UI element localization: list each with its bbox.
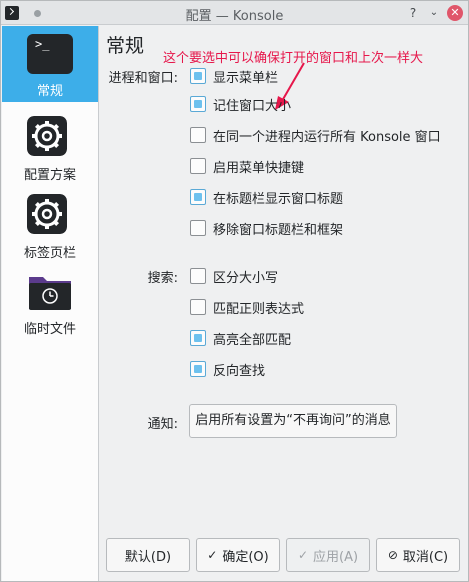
option-menu-accelerators[interactable]: 启用菜单快捷键 <box>190 157 304 176</box>
title-bar[interactable]: 配置 — Konsole ? ⌄ ✕ <box>1 1 468 25</box>
close-button[interactable]: ✕ <box>447 5 463 21</box>
checkbox[interactable] <box>190 268 206 284</box>
sidebar-item-label: 临时文件 <box>23 322 76 337</box>
general-page: 常规 这个要选中可以确保打开的窗口和上次一样大 进程和窗口: 显示菜单栏 记住窗… <box>100 26 469 581</box>
gear-icon <box>27 194 67 234</box>
checkbox[interactable] <box>190 220 206 236</box>
option-reverse-search[interactable]: 反向查找 <box>190 360 265 379</box>
checkbox[interactable] <box>190 158 206 174</box>
sidebar-item-label: 配置方案 <box>23 168 76 183</box>
option-single-process[interactable]: 在同一个进程内运行所有 Konsole 窗口 <box>190 126 441 145</box>
checkbox[interactable] <box>190 96 206 112</box>
terminal-icon: >_ <box>27 34 73 74</box>
sidebar-item-label: 标签页栏 <box>23 246 76 261</box>
folder-clock-icon <box>29 277 71 310</box>
sidebar-item-tempfiles[interactable]: 临时文件 <box>2 264 98 340</box>
search-label: 搜索: <box>147 271 178 286</box>
check-icon: ✓ <box>297 548 308 562</box>
ok-button[interactable]: ✓ 确定(O) <box>196 538 280 572</box>
defaults-button[interactable]: 默认(D) <box>106 538 190 572</box>
check-icon: ✓ <box>207 548 218 562</box>
sidebar-item-general[interactable]: >_ 常规 <box>2 26 98 102</box>
page-title: 常规 <box>106 35 145 57</box>
checkbox[interactable] <box>190 68 206 84</box>
checkbox[interactable] <box>190 361 206 377</box>
config-window: 配置 — Konsole ? ⌄ ✕ >_ 常规 配置方案 标签页栏 临时文件 … <box>0 0 469 582</box>
option-case-sensitive[interactable]: 区分大小写 <box>190 267 278 286</box>
sidebar-item-tabbar[interactable]: 标签页栏 <box>2 188 98 264</box>
window-title: 配置 — Konsole <box>185 9 284 24</box>
notify-label: 通知: <box>147 417 178 432</box>
option-highlight-all[interactable]: 高亮全部匹配 <box>190 329 291 348</box>
option-remove-titlebar[interactable]: 移除窗口标题栏和框架 <box>190 219 343 238</box>
process-window-label: 进程和窗口: <box>108 71 178 86</box>
option-regex[interactable]: 匹配正则表达式 <box>190 298 304 317</box>
sidebar: >_ 常规 配置方案 标签页栏 临时文件 <box>2 26 99 581</box>
cancel-icon: ⊘ <box>387 548 398 562</box>
checkbox[interactable] <box>190 189 206 205</box>
checkbox[interactable] <box>190 127 206 143</box>
apply-button[interactable]: ✓ 应用(A) <box>286 538 370 572</box>
cancel-button[interactable]: ⊘ 取消(C) <box>376 538 460 572</box>
checkbox[interactable] <box>190 299 206 315</box>
gear-icon <box>27 116 67 156</box>
minimize-button[interactable]: ⌄ <box>426 5 442 21</box>
option-show-menubar[interactable]: 显示菜单栏 <box>190 67 278 86</box>
option-show-window-title[interactable]: 在标题栏显示窗口标题 <box>190 188 343 207</box>
enable-all-messages-button[interactable]: 启用所有设置为“不再询问”的消息 <box>189 404 397 438</box>
option-remember-window-size[interactable]: 记住窗口大小 <box>190 95 291 114</box>
sidebar-item-label: 常规 <box>36 84 63 99</box>
help-button[interactable]: ? <box>405 5 421 21</box>
checkbox[interactable] <box>190 330 206 346</box>
sidebar-item-profiles[interactable]: 配置方案 <box>2 110 98 186</box>
